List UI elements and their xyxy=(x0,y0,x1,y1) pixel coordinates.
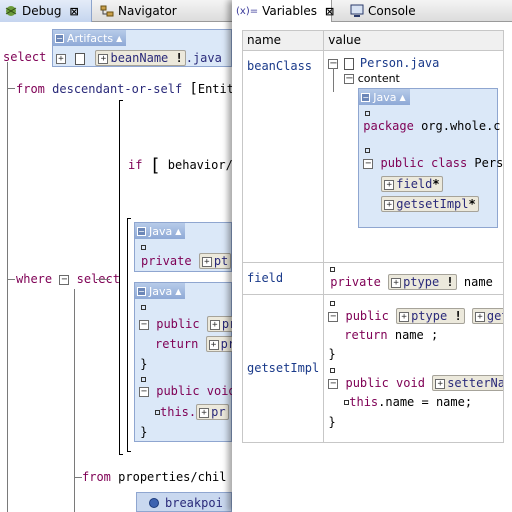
ptype-chip[interactable]: + pt xyxy=(198,253,232,269)
bean-name-chip[interactable]: + beanName ! xyxy=(95,50,186,66)
variables-icon: (x)= xyxy=(236,5,259,17)
file-name: Person.java xyxy=(359,56,440,70)
node-handle-icon[interactable] xyxy=(330,301,336,306)
from-properties-line: from properties/chil xyxy=(82,470,227,484)
triangle-up-icon[interactable]: ▲ xyxy=(175,227,181,236)
variables-table: name value beanClass − Person.java − con… xyxy=(241,30,504,443)
outline-line xyxy=(7,62,8,512)
node-handle-icon[interactable] xyxy=(365,148,371,153)
outline-tick xyxy=(7,279,15,280)
tab-navigator-label: Navigator xyxy=(118,4,177,18)
table-row[interactable]: beanClass − Person.java − content − Java xyxy=(241,50,504,263)
collapse-icon[interactable]: − xyxy=(139,319,149,330)
collapse-icon[interactable]: − xyxy=(137,286,146,296)
breakpoint-icon xyxy=(149,498,159,508)
row-name: getsetImpl xyxy=(241,294,325,443)
triangle-up-icon[interactable]: ▲ xyxy=(116,34,122,43)
if-line: if [ behavior/ xyxy=(128,155,233,176)
table-row[interactable]: field private + ptype ! name xyxy=(241,262,504,295)
ptype-chip[interactable]: + ptype ! xyxy=(396,308,465,324)
inner-bracket xyxy=(127,218,131,452)
java-box-field[interactable]: − Java ▲ private + pt xyxy=(134,222,232,272)
node-handle-icon[interactable] xyxy=(141,245,146,250)
node-handle-icon[interactable] xyxy=(330,267,336,272)
variables-view: (x)= Variables ⊠ Console name value bean… xyxy=(232,0,512,512)
java-header: − Java ▲ xyxy=(135,283,186,299)
close-brace: } xyxy=(140,425,148,439)
node-handle-icon[interactable] xyxy=(330,368,336,373)
outline-tick xyxy=(74,477,82,478)
right-tab-bar: (x)= Variables ⊠ Console xyxy=(232,0,512,22)
table-row[interactable]: getsetImpl − public +ptype ! +get return… xyxy=(241,294,504,443)
collapse-icon[interactable]: − xyxy=(328,58,339,69)
collapse-icon[interactable]: − xyxy=(59,274,70,285)
row-name: field xyxy=(241,262,325,295)
outline-tick xyxy=(96,279,110,280)
java-header: − Java ▲ xyxy=(135,223,186,239)
java-header: − Java ▲ xyxy=(359,89,410,105)
collapse-icon[interactable]: − xyxy=(137,226,146,236)
row-value: − public +ptype ! +get return name ; } −… xyxy=(323,294,504,443)
getset-impl-chip[interactable]: + getsetImpl* xyxy=(381,196,479,212)
content-label: content xyxy=(357,72,400,85)
row-value: − Person.java − content − Java ▲ package… xyxy=(323,50,504,263)
collapse-icon[interactable]: − xyxy=(328,378,339,389)
select-keyword: select xyxy=(3,50,47,64)
debug-icon xyxy=(4,4,18,18)
java-box-getset[interactable]: − Java ▲ − public + pr return + pr } − pub… xyxy=(134,282,240,442)
node-handle-icon[interactable] xyxy=(141,377,146,382)
artifacts-box[interactable]: − Artifacts ▲ + + beanName ! .java xyxy=(52,29,232,67)
navigator-icon xyxy=(100,4,114,18)
collapse-icon[interactable]: − xyxy=(344,74,355,84)
file-icon xyxy=(344,57,355,70)
row-name: beanClass xyxy=(241,50,325,263)
node-handle-icon[interactable] xyxy=(141,305,146,310)
tab-debug[interactable]: Debug ⊠ xyxy=(0,0,92,22)
field-chip[interactable]: + field* xyxy=(381,176,443,192)
file-icon xyxy=(75,52,86,65)
collapse-icon[interactable]: − xyxy=(328,311,339,322)
console-icon xyxy=(350,4,364,18)
tab-console[interactable]: Console xyxy=(346,0,446,22)
left-tab-bar: Debug ⊠ Navigator xyxy=(0,0,232,22)
artifacts-header: − Artifacts ▲ xyxy=(53,30,127,46)
from-line: from descendant-or-self [Entity xyxy=(16,81,242,97)
artifacts-title: Artifacts xyxy=(67,31,114,45)
tab-variables[interactable]: (x)= Variables ⊠ xyxy=(232,0,334,22)
collapse-icon[interactable]: − xyxy=(55,33,64,43)
triangle-up-icon[interactable]: ▲ xyxy=(400,93,406,102)
close-icon[interactable]: ⊠ xyxy=(69,5,78,18)
node-handle-icon[interactable] xyxy=(365,111,371,116)
java-extension: .java xyxy=(185,51,222,65)
column-header-value[interactable]: value xyxy=(323,30,504,51)
close-icon[interactable]: ⊠ xyxy=(325,5,334,18)
collapse-icon[interactable]: − xyxy=(139,386,149,397)
triangle-up-icon[interactable]: ▲ xyxy=(175,287,181,296)
column-header-name[interactable]: name xyxy=(241,30,325,51)
breakpoint-box[interactable]: breakpoi xyxy=(136,492,232,512)
outline-tick xyxy=(7,88,15,89)
ptype-chip[interactable]: + ptype ! xyxy=(388,274,457,290)
expand-icon[interactable]: + xyxy=(56,53,66,64)
tab-debug-label: Debug xyxy=(22,4,62,18)
close-brace: } xyxy=(328,347,336,361)
outline-line xyxy=(74,289,75,512)
collapse-icon[interactable]: − xyxy=(363,158,374,169)
collapse-icon[interactable]: − xyxy=(361,92,371,102)
close-brace: } xyxy=(328,415,336,429)
java-box-class[interactable]: − Java ▲ package org.whole.c − public cl… xyxy=(358,88,503,228)
tab-navigator[interactable]: Navigator xyxy=(96,0,226,22)
close-brace: } xyxy=(140,357,148,371)
row-value: private + ptype ! name xyxy=(323,262,504,295)
left-editor: Debug ⊠ Navigator select − Artifacts ▲ +… xyxy=(0,0,241,512)
